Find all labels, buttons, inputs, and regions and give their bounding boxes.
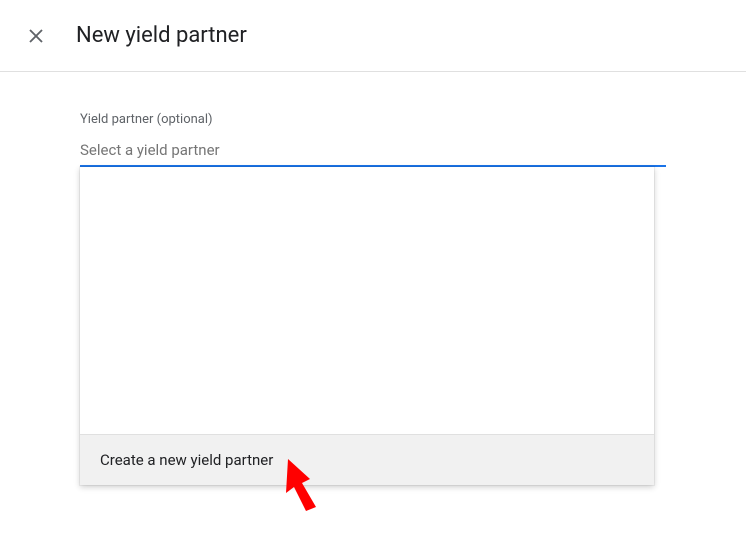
yield-partner-select[interactable] (80, 137, 666, 167)
close-icon[interactable] (24, 24, 48, 48)
dropdown-option-list[interactable] (80, 167, 654, 434)
create-new-yield-partner-button[interactable]: Create a new yield partner (80, 434, 654, 485)
yield-partner-label: Yield partner (optional) (80, 112, 666, 127)
form-content: Yield partner (optional) Create a new yi… (0, 72, 746, 167)
page-title: New yield partner (76, 23, 247, 48)
dialog-header: New yield partner (0, 0, 746, 72)
yield-partner-select-wrap: Create a new yield partner (80, 137, 666, 167)
yield-partner-dropdown: Create a new yield partner (80, 167, 654, 485)
